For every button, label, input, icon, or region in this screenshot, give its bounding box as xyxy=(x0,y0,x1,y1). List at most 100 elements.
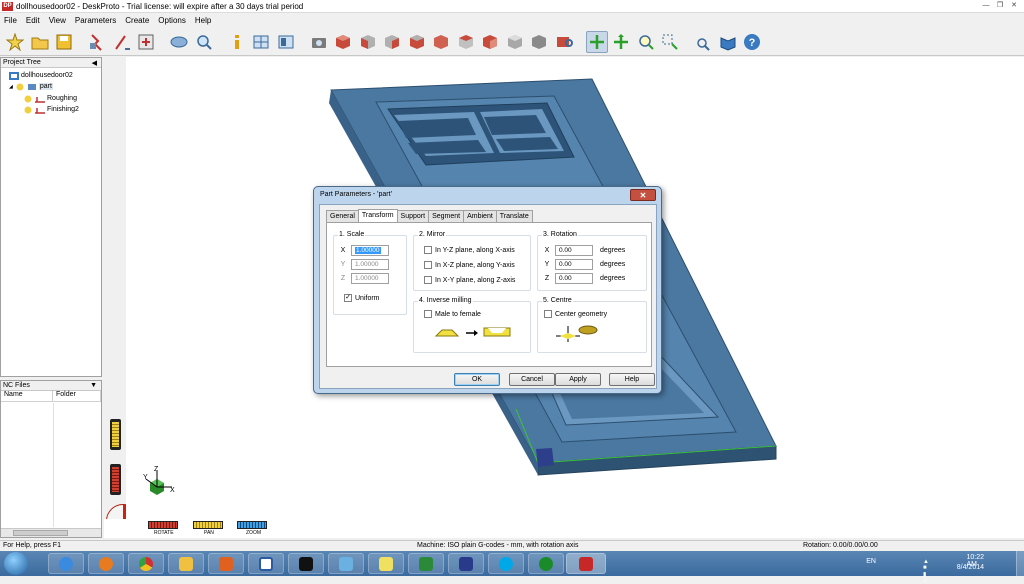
view-right-button[interactable] xyxy=(430,31,452,53)
mirror-xy-checkbox[interactable] xyxy=(424,276,432,284)
rotation-z-input[interactable]: 0.00 xyxy=(555,273,593,284)
uniform-checkbox[interactable]: ✓ xyxy=(344,294,352,302)
male-to-female-checkbox[interactable] xyxy=(424,310,432,318)
tree-item-project[interactable]: dollhousedoor02 xyxy=(9,70,73,81)
rotate-wheel[interactable] xyxy=(110,464,121,495)
mirror-yz-checkbox[interactable] xyxy=(424,246,432,254)
view-back-button[interactable] xyxy=(381,31,403,53)
taskbar-deskproto[interactable] xyxy=(566,553,606,574)
view-grey-button[interactable] xyxy=(504,31,526,53)
pan-mode-button[interactable] xyxy=(610,31,632,53)
show-desktop-button[interactable] xyxy=(1016,551,1024,576)
taskbar-notes[interactable] xyxy=(368,553,404,574)
simulate-button[interactable] xyxy=(168,31,190,53)
view-top-button[interactable] xyxy=(455,31,477,53)
help-dialog-button[interactable]: Help xyxy=(609,373,655,386)
taskbar-explorer[interactable] xyxy=(168,553,204,574)
taskbar-app-3[interactable] xyxy=(448,553,484,574)
zoom-wheel[interactable] xyxy=(110,419,121,450)
rotate-slider[interactable] xyxy=(148,521,178,529)
apply-button[interactable]: Apply xyxy=(555,373,601,386)
tree-expand-icon[interactable]: ◢ xyxy=(9,84,13,90)
ok-button[interactable]: OK xyxy=(454,373,500,386)
taskbar-word[interactable] xyxy=(248,553,284,574)
tree-item-roughing[interactable]: Roughing xyxy=(23,93,77,104)
save-nc-icon xyxy=(138,34,154,49)
taskbar-excel[interactable] xyxy=(408,553,444,574)
layout-button-1[interactable] xyxy=(250,31,272,53)
menu-help[interactable]: Help xyxy=(195,16,211,25)
menu-edit[interactable]: Edit xyxy=(26,16,40,25)
help-button[interactable]: ? xyxy=(741,31,763,53)
toolpath-button[interactable] xyxy=(111,31,133,53)
zoom-mode-button[interactable] xyxy=(635,31,657,53)
close-icon[interactable]: ✕ xyxy=(1008,1,1020,11)
save-project-button[interactable] xyxy=(53,31,75,53)
view-iso-button[interactable] xyxy=(332,31,354,53)
rotate-mode-button[interactable] xyxy=(585,30,608,53)
taskbar-firefox[interactable] xyxy=(88,553,124,574)
taskbar-app-4[interactable] xyxy=(528,553,564,574)
start-button[interactable] xyxy=(4,552,28,575)
taskbar-app-2[interactable] xyxy=(328,553,364,574)
manual-button[interactable] xyxy=(717,31,739,53)
scale-x-input[interactable]: 1.00000 xyxy=(351,245,389,256)
view-bottom-button[interactable] xyxy=(479,31,501,53)
tree-item-part[interactable]: ◢ part xyxy=(9,81,53,92)
tray-icons[interactable]: ▲ ■ ▮ ♫ xyxy=(923,559,929,584)
minimize-icon[interactable]: — xyxy=(980,1,992,11)
preview-button[interactable] xyxy=(193,31,215,53)
info-button[interactable] xyxy=(226,31,248,53)
scale-z-input[interactable]: 1.00000 xyxy=(351,273,389,284)
menu-options[interactable]: Options xyxy=(158,16,186,25)
view-left-button[interactable] xyxy=(406,31,428,53)
open-project-button[interactable] xyxy=(29,31,51,53)
horizontal-scrollbar[interactable] xyxy=(1,528,101,537)
status-help-text: For Help, press F1 xyxy=(3,542,61,549)
panel-collapse-icon[interactable]: ◀ xyxy=(92,59,97,67)
column-header-folder[interactable]: Folder xyxy=(53,391,101,401)
snapshot-button[interactable] xyxy=(308,31,330,53)
zoom-slider[interactable] xyxy=(237,521,267,529)
import-geometry-button[interactable] xyxy=(86,31,108,53)
menu-create[interactable]: Create xyxy=(125,16,149,25)
layout-button-2[interactable] xyxy=(275,31,297,53)
center-geometry-checkbox[interactable] xyxy=(544,310,552,318)
column-header-name[interactable]: Name xyxy=(1,391,53,401)
menu-file[interactable]: File xyxy=(4,16,17,25)
language-indicator[interactable]: EN xyxy=(866,558,876,565)
tab-segment[interactable]: Segment xyxy=(428,210,465,222)
tab-general[interactable]: General xyxy=(326,210,359,222)
tab-support[interactable]: Support xyxy=(396,210,430,222)
tree-item-finishing[interactable]: Finishing2 xyxy=(23,104,79,115)
taskbar-skype[interactable] xyxy=(488,553,524,574)
restore-icon[interactable]: ❐ xyxy=(994,1,1006,11)
zoom-window-button[interactable] xyxy=(659,31,681,53)
mirror-xz-checkbox[interactable] xyxy=(424,261,432,269)
rotation-group: 3. Rotation X 0.00 degrees Y 0.00 degrees Z0… xyxy=(537,231,647,291)
menu-parameters[interactable]: Parameters xyxy=(75,16,116,25)
refresh-view-button[interactable] xyxy=(553,31,575,53)
dropdown-arrow-icon[interactable]: ▼ xyxy=(90,382,97,389)
rotation-y-input[interactable]: 0.00 xyxy=(555,259,593,270)
zoom-100-button[interactable] xyxy=(692,31,714,53)
menu-view[interactable]: View xyxy=(49,16,66,25)
taskbar-chrome[interactable] xyxy=(128,553,164,574)
view-shaded-button[interactable] xyxy=(528,31,550,53)
pan-slider[interactable] xyxy=(193,521,223,529)
save-nc-button[interactable] xyxy=(135,31,157,53)
clock-date[interactable]: 8/4/2014 xyxy=(957,564,984,571)
taskbar-app-1[interactable] xyxy=(288,553,324,574)
new-project-button[interactable] xyxy=(4,31,26,53)
rotation-x-input[interactable]: 0.00 xyxy=(555,245,593,256)
taskbar-ie[interactable] xyxy=(48,553,84,574)
tab-translate[interactable]: Translate xyxy=(495,210,533,222)
tab-transform[interactable]: Transform xyxy=(357,209,398,222)
dialog-close-button[interactable]: ✕ xyxy=(630,189,656,201)
scale-y-input[interactable]: 1.00000 xyxy=(351,259,389,270)
panel-layout-icon xyxy=(278,35,293,48)
taskbar-media[interactable] xyxy=(208,553,244,574)
view-front-button[interactable] xyxy=(357,31,379,53)
tab-ambient[interactable]: Ambient xyxy=(463,210,497,222)
cancel-button[interactable]: Cancel xyxy=(509,373,555,386)
